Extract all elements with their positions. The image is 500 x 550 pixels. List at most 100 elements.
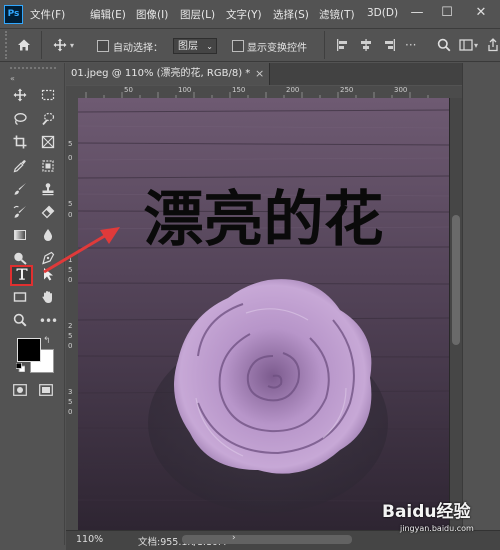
ruler-label: 5 xyxy=(68,332,73,340)
zoom-icon xyxy=(13,313,27,330)
more-tools-icon[interactable]: ••• xyxy=(38,311,58,331)
chevron-right-icon[interactable]: › xyxy=(232,533,236,543)
ruler-label: 0 xyxy=(68,154,73,162)
frame-tool[interactable] xyxy=(38,133,58,153)
move-icon xyxy=(13,88,27,105)
ruler-label: 0 xyxy=(68,342,73,350)
horizontal-scroll-thumb[interactable] xyxy=(182,535,352,544)
zoom-tool[interactable] xyxy=(10,311,30,331)
ruler-label: 5 xyxy=(68,140,73,148)
menu-edit[interactable]: 编辑(E) xyxy=(90,7,126,22)
align-right-icon[interactable] xyxy=(382,38,396,55)
crop-icon xyxy=(13,135,27,152)
search-icon[interactable] xyxy=(437,38,451,55)
menu-select[interactable]: 选择(S) xyxy=(273,7,309,22)
menu-type[interactable]: 文字(Y) xyxy=(226,7,262,22)
menu-filter[interactable]: 滤镜(T) xyxy=(319,7,355,22)
menu-3d[interactable]: 3D(D) xyxy=(367,7,398,19)
default-colors-icon[interactable] xyxy=(15,362,26,373)
marquee-icon xyxy=(41,88,55,105)
healing-brush-icon xyxy=(41,159,55,176)
history-brush-icon xyxy=(13,205,27,222)
close-button[interactable]: ✕ xyxy=(470,3,492,23)
lasso-tool[interactable] xyxy=(10,110,30,130)
ruler-label: 150 xyxy=(232,86,246,94)
history-brush-tool[interactable] xyxy=(10,203,30,223)
show-transform-checkbox[interactable] xyxy=(232,40,244,52)
zoom-level[interactable]: 110% xyxy=(76,534,103,545)
ruler-label: 0 xyxy=(68,211,73,219)
document-tab[interactable]: 01.jpeg @ 110% (漂亮的花, RGB/8) * xyxy=(66,63,270,85)
ruler-label: 0 xyxy=(68,408,73,416)
swap-colors-icon[interactable]: ↰ xyxy=(43,336,51,346)
align-left-icon[interactable] xyxy=(336,38,350,55)
stamp-tool[interactable] xyxy=(38,180,58,200)
photoshop-logo-icon[interactable]: Ps xyxy=(4,5,23,24)
gradient-icon xyxy=(13,228,27,245)
menu-layer[interactable]: 图层(L) xyxy=(180,7,215,22)
divider xyxy=(41,31,42,59)
ruler-label: 2 xyxy=(68,322,73,330)
annotation-arrow xyxy=(43,227,120,274)
eyedropper-icon xyxy=(13,159,27,176)
screen-mode-icon[interactable] xyxy=(39,384,53,399)
eraser-tool[interactable] xyxy=(38,203,58,223)
heal-tool[interactable] xyxy=(38,157,58,177)
type-tool[interactable] xyxy=(10,265,33,286)
hand-icon xyxy=(41,290,55,307)
ruler-label: 5 xyxy=(68,200,73,208)
ruler-label: 5 xyxy=(68,398,73,406)
options-grip[interactable] xyxy=(5,31,8,59)
rectangle-icon xyxy=(13,290,27,307)
frame-icon xyxy=(41,135,55,152)
eyedropper-tool[interactable] xyxy=(10,157,30,177)
marquee-tool[interactable] xyxy=(38,86,58,106)
quick-select-icon xyxy=(41,112,55,129)
ruler-label: 300 xyxy=(394,86,408,94)
home-icon[interactable] xyxy=(17,38,31,55)
auto-select-label: 自动选择： xyxy=(113,43,163,54)
watermark-url: jingyan.baidu.com xyxy=(400,524,474,533)
chevron-down-icon[interactable]: ▾ xyxy=(474,39,478,53)
headline-text-layer[interactable]: 漂亮的花 xyxy=(78,171,449,258)
brush-tool[interactable] xyxy=(10,180,30,200)
menu-file[interactable]: 文件(F) xyxy=(30,7,65,22)
ruler-label: 3 xyxy=(68,388,73,396)
minimize-button[interactable]: — xyxy=(406,3,428,23)
chevron-down-icon[interactable]: ▾ xyxy=(70,39,74,53)
vertical-scroll-thumb[interactable] xyxy=(452,215,460,345)
watermark-brand: Baidu经验 xyxy=(382,502,471,522)
type-icon xyxy=(15,267,29,284)
ruler-label: 50 xyxy=(124,86,133,94)
foreground-color-swatch[interactable] xyxy=(17,338,41,362)
brush-icon xyxy=(13,182,27,199)
right-panel-dock xyxy=(462,63,500,530)
collapse-icon[interactable]: « xyxy=(10,74,15,83)
toolbar-grip[interactable] xyxy=(10,67,56,70)
auto-select-target-select[interactable]: 图层 ⌄ xyxy=(173,38,217,54)
ruler-label: 100 xyxy=(178,86,192,94)
rectangle-tool[interactable] xyxy=(10,288,30,308)
document-canvas[interactable]: 漂亮的花 xyxy=(78,98,449,530)
ruler-label: 200 xyxy=(286,86,300,94)
show-transform-label: 显示变换控件 xyxy=(247,43,307,54)
workspace-icon[interactable] xyxy=(459,38,473,55)
hand-tool[interactable] xyxy=(38,288,58,308)
stamp-icon xyxy=(41,182,55,199)
crop-tool[interactable] xyxy=(10,133,30,153)
tab-close-button[interactable]: × xyxy=(255,63,269,85)
move-tool[interactable] xyxy=(10,86,30,106)
quick-mask-icon[interactable] xyxy=(13,384,27,399)
share-icon[interactable] xyxy=(487,38,499,55)
quick-select-tool[interactable] xyxy=(38,110,58,130)
eraser-icon xyxy=(41,205,55,222)
menu-image[interactable]: 图像(I) xyxy=(136,7,168,22)
move-tool-preset-icon[interactable] xyxy=(53,38,67,55)
divider xyxy=(324,31,325,59)
gradient-tool[interactable] xyxy=(10,226,30,246)
maximize-button[interactable]: ☐ xyxy=(436,3,458,23)
align-center-icon[interactable] xyxy=(359,38,373,55)
more-options-icon[interactable]: ··· xyxy=(405,38,416,52)
chevron-down-icon: ⌄ xyxy=(206,42,213,51)
auto-select-checkbox[interactable] xyxy=(97,40,109,52)
